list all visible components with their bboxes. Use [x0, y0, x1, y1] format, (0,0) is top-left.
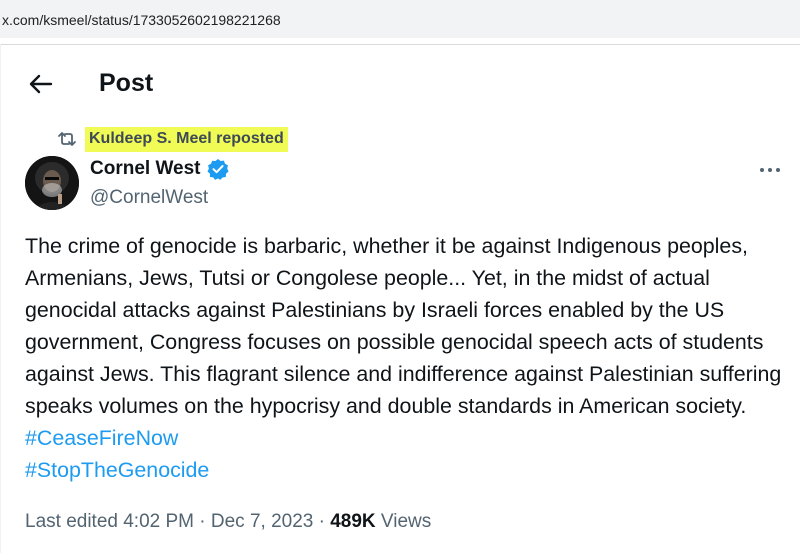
author-handle[interactable]: @CornelWest	[90, 186, 208, 210]
arrow-left-icon	[29, 74, 53, 94]
views-count: 489K	[330, 511, 376, 532]
repost-icon	[58, 132, 76, 146]
address-bar-url[interactable]: x.com/ksmeel/status/1733052602198221268	[0, 0, 800, 38]
more-options-button[interactable]	[757, 160, 783, 180]
hashtag-stopthegenocide[interactable]: #StopTheGenocide	[25, 458, 209, 482]
avatar[interactable]	[25, 156, 79, 210]
verified-badge-icon	[207, 159, 229, 180]
more-horizontal-icon	[760, 168, 780, 172]
page-title: Post	[99, 69, 154, 97]
post-header: Post	[1, 58, 800, 114]
repost-indicator[interactable]: Kuldeep S. Meel reposted	[55, 126, 288, 152]
repost-label[interactable]: Kuldeep S. Meel reposted	[85, 126, 288, 152]
tweet-meta: Last edited 4:02 PM · Dec 7, 2023 · 489K…	[25, 510, 431, 534]
views-label: Views	[375, 511, 432, 532]
avatar-image	[25, 156, 79, 210]
post-page: Post Kuldeep S. Meel reposted Cornel Wes…	[0, 44, 800, 553]
hashtag-ceasefirenow[interactable]: #CeaseFireNow	[25, 426, 178, 450]
edited-timestamp[interactable]: Last edited 4:02 PM · Dec 7, 2023 ·	[25, 511, 330, 532]
author-name[interactable]: Cornel West	[90, 157, 229, 181]
author-name-text[interactable]: Cornel West	[90, 157, 201, 181]
browser-address-bar[interactable]: x.com/ksmeel/status/1733052602198221268	[0, 0, 800, 45]
back-button[interactable]	[25, 68, 57, 100]
tweet-text: The crime of genocide is barbaric, wheth…	[25, 230, 785, 486]
tweet-text-body: The crime of genocide is barbaric, wheth…	[25, 234, 782, 418]
